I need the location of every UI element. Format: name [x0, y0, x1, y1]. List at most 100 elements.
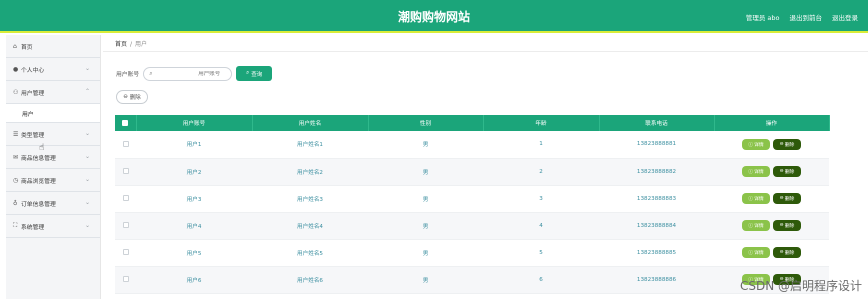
cell-gender: 男 [368, 158, 483, 186]
view-button[interactable]: ⓘ 详情 [742, 193, 770, 204]
sidebar-item-type-management[interactable]: ☰ 类型管理 ⌄ [6, 123, 100, 146]
delete-button[interactable]: ⊖ 删除 [773, 220, 801, 231]
info-icon: ⓘ [748, 224, 754, 229]
logout-link[interactable]: 退出登录 [832, 12, 858, 22]
view-button[interactable]: ⓘ 详情 [742, 166, 770, 177]
cell-phone: 13823888883 [599, 185, 714, 213]
table-row: 用户1 用户姓名1 男 1 13823888881 ⓘ 详情 ⊖ 删除 [115, 131, 829, 159]
sidebar-item-label: 类型管理 [21, 132, 45, 139]
cell-account: 用户4 [136, 212, 252, 240]
list-icon: ☰ [13, 130, 19, 138]
delete-label: 删除 [784, 251, 795, 256]
batch-delete-button[interactable]: ⊖ 删除 [116, 90, 148, 104]
sidebar-item-label: 首页 [21, 44, 33, 51]
user-icon: ● [13, 65, 19, 73]
delete-label: 删除 [784, 142, 795, 148]
header-links: 管理员 abo 退出到前台 退出登录 [746, 12, 858, 22]
breadcrumb-home[interactable]: 首页 [115, 41, 127, 48]
info-icon: ⓘ [748, 251, 754, 256]
cell-phone: 13823888882 [599, 158, 714, 186]
watermark: CSDN @启明程序设计 [739, 279, 862, 293]
trash-icon: ⊖ [779, 141, 784, 147]
cell-actions: ⓘ 详情 ⊖ 删除 [714, 158, 829, 186]
select-all-cell[interactable] [115, 115, 137, 131]
bulb-icon: ♁ [13, 199, 18, 207]
cell-account: 用户1 [136, 131, 252, 159]
chevron-down-icon: ⌄ [84, 199, 90, 206]
users-table: 用户账号 用户姓名 性别 年龄 联系电话 操作 用户1 用户姓名1 男 1 13… [115, 115, 830, 294]
sidebar-item-personal-center[interactable]: ● 个人中心 ⌄ [6, 58, 100, 81]
view-label: 详情 [754, 170, 764, 175]
delete-button[interactable]: ⊖ 删除 [773, 247, 801, 258]
search-label: 用户账号 [116, 72, 140, 78]
sidebar-item-label: 用户管理 [21, 90, 45, 97]
row-select-cell[interactable] [115, 212, 136, 240]
row-checkbox[interactable] [122, 141, 129, 147]
view-label: 详情 [754, 224, 764, 229]
delete-label: 删除 [784, 170, 795, 175]
row-select-cell[interactable] [115, 185, 136, 213]
row-checkbox[interactable] [122, 195, 129, 202]
cell-age: 4 [483, 212, 599, 240]
chevron-up-icon: ⌃ [84, 88, 90, 95]
table-header-row: 用户账号 用户姓名 性别 年龄 联系电话 操作 [115, 115, 830, 131]
delete-button[interactable]: ⊖ 删除 [773, 138, 801, 150]
cell-account: 用户2 [136, 158, 252, 186]
sidebar-item-label: 个人中心 [21, 67, 45, 74]
top-bar: 潮购购物网站 管理员 abo 退出到前台 退出登录 [0, 0, 868, 33]
search-icon: ⌕ [149, 69, 153, 77]
cell-name: 用户姓名4 [252, 212, 368, 240]
trash-icon: ⊖ [779, 250, 784, 255]
column-header: 操作 [714, 115, 830, 131]
column-header: 用户账号 [136, 115, 253, 131]
cell-actions: ⓘ 详情 ⊖ 删除 [714, 239, 829, 267]
sidebar-item-order-info[interactable]: ♁ 订单信息管理 ⌄ [6, 192, 100, 215]
select-all-checkbox[interactable] [122, 119, 129, 126]
chevron-down-icon: ⌄ [84, 130, 90, 137]
sidebar-item-label: 订单信息管理 [21, 201, 56, 208]
delete-button[interactable]: ⊖ 删除 [773, 193, 801, 204]
chevron-down-icon: ⌄ [84, 65, 90, 72]
breadcrumb-current: 用户 [135, 41, 148, 48]
row-checkbox[interactable] [122, 168, 129, 175]
site-title: 潮购购物网站 [397, 10, 470, 24]
delete-button[interactable]: ⊖ 删除 [773, 166, 801, 177]
search-input[interactable] [152, 70, 231, 77]
row-checkbox[interactable] [122, 249, 129, 256]
sidebar-item-product-browse[interactable]: ◷ 商品浏览管理 ⌄ [6, 169, 100, 192]
row-select-cell[interactable] [115, 158, 136, 186]
view-button[interactable]: ⓘ 详情 [742, 138, 770, 150]
delete-label: 删除 [784, 197, 795, 202]
view-button[interactable]: ⓘ 详情 [742, 220, 770, 231]
back-to-front-link[interactable]: 退出到前台 [790, 12, 823, 22]
row-select-cell[interactable] [115, 131, 136, 159]
trash-icon: ⊖ [779, 223, 784, 228]
row-checkbox[interactable] [122, 222, 129, 229]
cell-age: 1 [483, 131, 599, 159]
cell-gender: 男 [368, 239, 483, 267]
sidebar-item-user-management[interactable]: ⚇ 用户管理 ⌃ [6, 81, 100, 104]
sidebar-item-system[interactable]: ⛶ 系统管理 ⌄ [6, 215, 100, 238]
sidebar-item-label: 商品信息管理 [21, 155, 56, 162]
sidebar-item-home[interactable]: ⌂ 首页 [6, 35, 100, 58]
row-select-cell[interactable] [115, 239, 136, 267]
search-input-wrapper[interactable]: ⌕ [143, 66, 233, 81]
sidebar-subitem-user[interactable]: 用户 [6, 104, 100, 123]
chevron-down-icon: ⌄ [84, 222, 90, 229]
search-button[interactable]: ⌕ 查询 [236, 66, 273, 81]
breadcrumb: 首页 / 用户 [115, 39, 147, 48]
table-row: 用户3 用户姓名3 男 3 13823888883 ⓘ 详情 ⊖ 删除 [115, 185, 829, 213]
chevron-down-icon: ⌄ [84, 153, 90, 160]
row-checkbox[interactable] [122, 276, 129, 283]
divider [103, 51, 868, 52]
sidebar-item-product-info[interactable]: ✉ 商品信息管理 ⌄ [6, 146, 100, 169]
row-select-cell[interactable] [115, 266, 136, 294]
search-bar: 用户账号 ⌕ ⌕ 查询 [116, 66, 273, 81]
column-header: 用户姓名 [252, 115, 369, 131]
view-button[interactable]: ⓘ 详情 [742, 247, 770, 258]
expand-icon: ⛶ [13, 222, 18, 229]
table-row: 用户5 用户姓名5 男 5 13823888885 ⓘ 详情 ⊖ 删除 [115, 239, 829, 267]
trash-icon: ⊖ [779, 169, 784, 174]
trash-icon: ⊖ [123, 94, 128, 100]
users-icon: ⚇ [13, 88, 19, 96]
